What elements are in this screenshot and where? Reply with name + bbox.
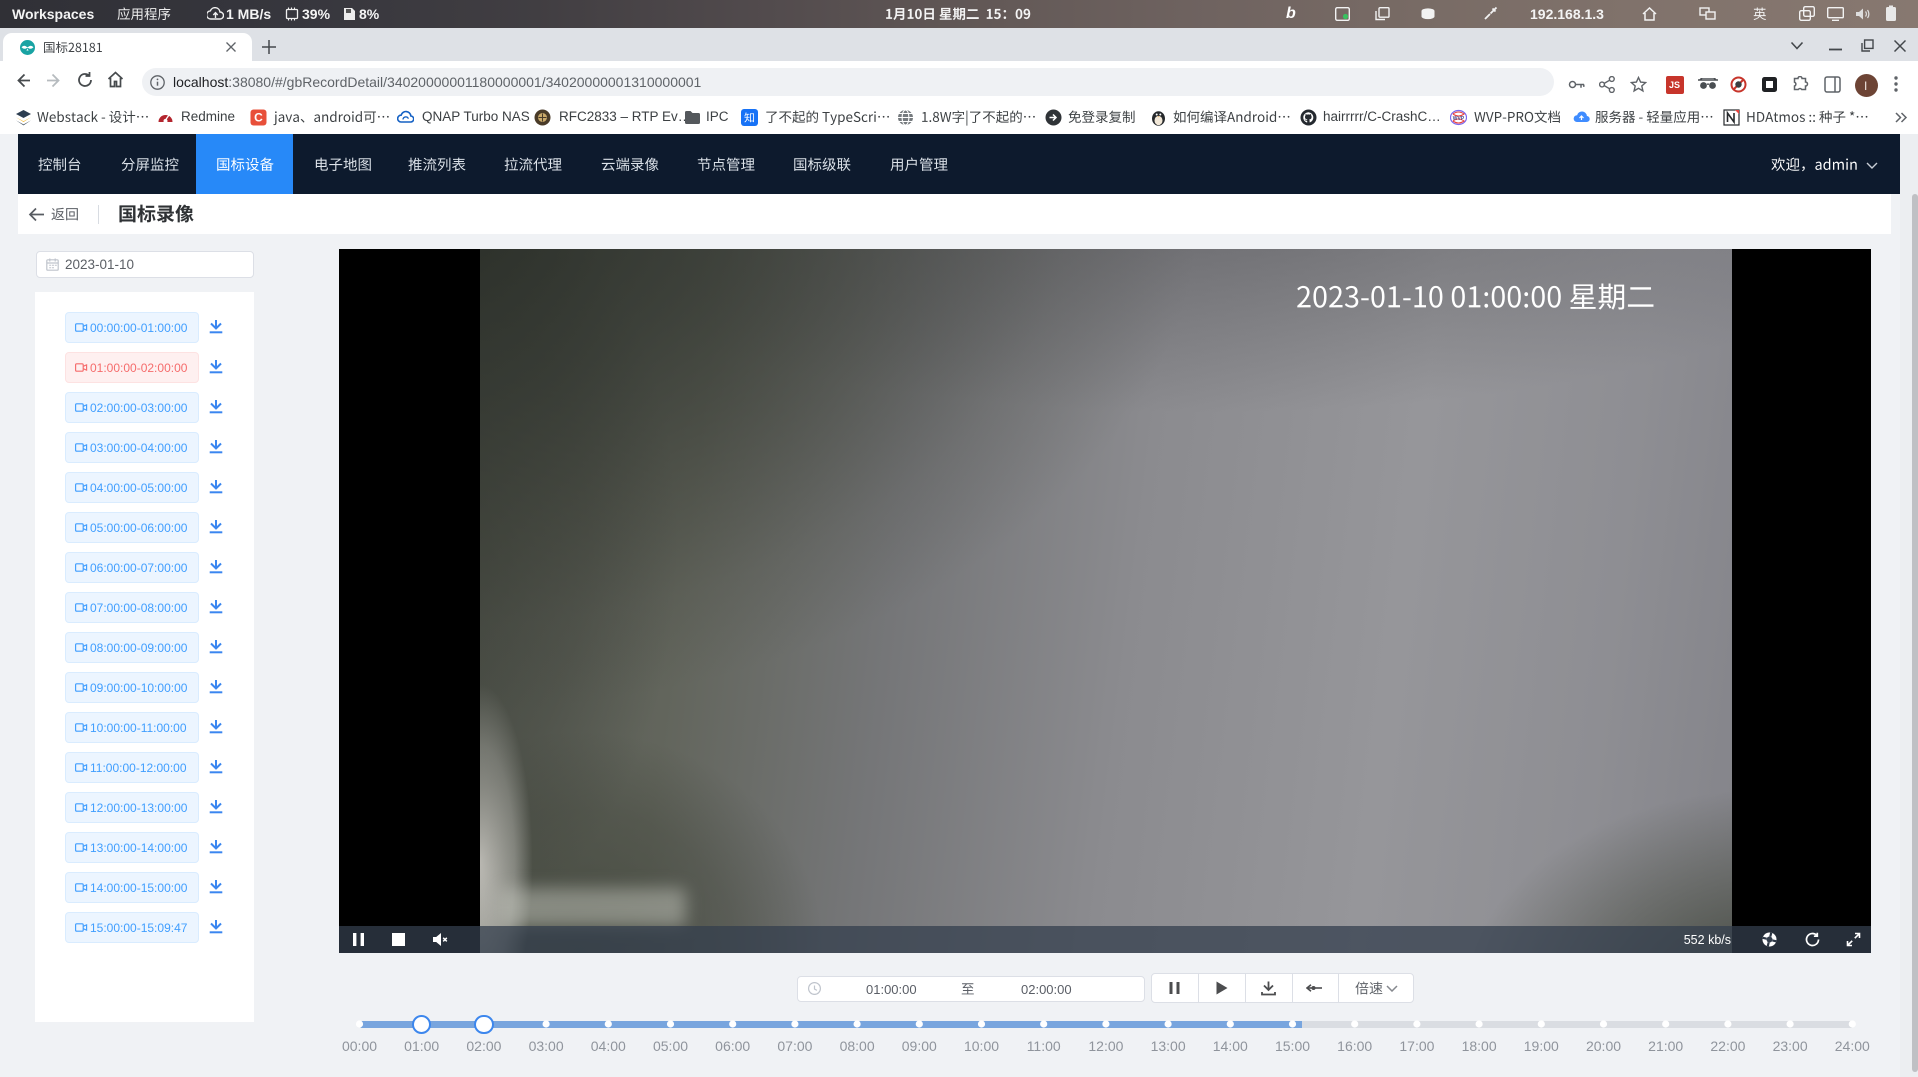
svg-text:C: C [254, 111, 263, 125]
svg-text:WVP: WVP [1453, 116, 1465, 122]
